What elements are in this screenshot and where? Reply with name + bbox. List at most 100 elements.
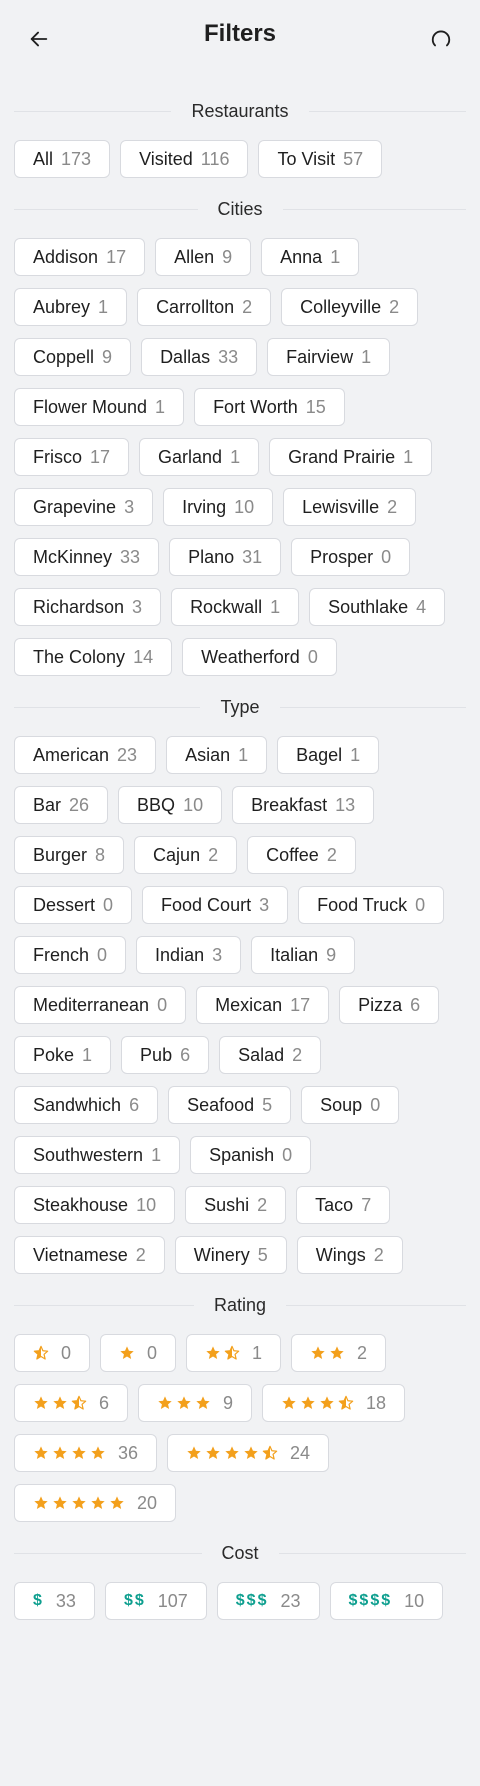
filter-chip-dessert[interactable]: Dessert 0: [14, 886, 133, 924]
filter-chip-allen[interactable]: Allen 9: [155, 238, 252, 276]
filter-chip-pub[interactable]: Pub 6: [121, 1036, 210, 1074]
filter-chip-food-truck[interactable]: Food Truck 0: [298, 886, 445, 924]
rating-chip-4-5[interactable]: 24: [167, 1434, 330, 1472]
filter-chip-breakfast[interactable]: Breakfast 13: [232, 786, 375, 824]
filter-chip-flower-mound[interactable]: Flower Mound 1: [14, 388, 185, 426]
filter-chip-spanish[interactable]: Spanish 0: [190, 1136, 312, 1174]
rating-chip-0-5[interactable]: 0: [14, 1334, 91, 1372]
filter-chip-grand-prairie[interactable]: Grand Prairie 1: [269, 438, 433, 476]
chip-count: 9: [222, 246, 233, 267]
filter-chip-french[interactable]: French 0: [14, 936, 127, 974]
filter-chip-rockwall[interactable]: Rockwall 1: [171, 588, 300, 626]
rating-chip-4[interactable]: 36: [14, 1434, 158, 1472]
reset-icon[interactable]: [428, 26, 454, 52]
filter-chip-poke[interactable]: Poke 1: [14, 1036, 112, 1074]
filter-chip-visited[interactable]: Visited 116: [120, 140, 249, 178]
filter-chip-italian[interactable]: Italian 9: [251, 936, 356, 974]
filter-chip-lewisville[interactable]: Lewisville 2: [283, 488, 417, 526]
chip-count: 33: [120, 546, 141, 567]
filter-chip-addison[interactable]: Addison 17: [14, 238, 146, 276]
filter-chip-to-visit[interactable]: To Visit 57: [258, 140, 383, 178]
filter-chip-plano[interactable]: Plano 31: [169, 538, 282, 576]
filter-chip-prosper[interactable]: Prosper 0: [291, 538, 411, 576]
filter-chip-southwestern[interactable]: Southwestern 1: [14, 1136, 181, 1174]
filter-chip-aubrey[interactable]: Aubrey 1: [14, 288, 128, 326]
filter-chip-sandwhich[interactable]: Sandwhich 6: [14, 1086, 159, 1124]
filter-chip-pizza[interactable]: Pizza 6: [339, 986, 440, 1024]
star-icon: [72, 1496, 86, 1509]
rating-chip-2-5[interactable]: 6: [14, 1384, 129, 1422]
filter-chip-taco[interactable]: Taco 7: [296, 1186, 391, 1224]
filter-chip-fort-worth[interactable]: Fort Worth 15: [194, 388, 345, 426]
filter-chip-burger[interactable]: Burger 8: [14, 836, 125, 874]
filter-chip-food-court[interactable]: Food Court 3: [142, 886, 289, 924]
filter-chip-steakhouse[interactable]: Steakhouse 10: [14, 1186, 176, 1224]
filter-chip-mediterranean[interactable]: Mediterranean 0: [14, 986, 187, 1024]
rating-chip-1[interactable]: 0: [100, 1334, 177, 1372]
chip-count: 18: [366, 1392, 387, 1413]
filter-chip-grapevine[interactable]: Grapevine 3: [14, 488, 154, 526]
filter-chip-american[interactable]: American 23: [14, 736, 157, 774]
chip-count: 0: [97, 944, 108, 965]
cost-chip-4[interactable]: $$$$ 10: [329, 1582, 444, 1620]
filter-chip-cajun[interactable]: Cajun 2: [134, 836, 238, 874]
star-half-icon: [262, 1445, 278, 1460]
filter-chip-irving[interactable]: Irving 10: [163, 488, 274, 526]
rating-chip-5[interactable]: 20: [14, 1484, 177, 1522]
rating-chip-3[interactable]: 9: [138, 1384, 253, 1422]
filter-chip-winery[interactable]: Winery 5: [174, 1236, 287, 1274]
filter-chip-carrollton[interactable]: Carrollton 2: [137, 288, 272, 326]
filter-chip-richardson[interactable]: Richardson 3: [14, 588, 162, 626]
star-icon: [34, 1396, 48, 1409]
chip-label: Allen: [174, 246, 215, 267]
filter-chip-indian[interactable]: Indian 3: [136, 936, 242, 974]
filter-chip-garland[interactable]: Garland 1: [139, 438, 260, 476]
divider: [14, 1552, 202, 1554]
rating-chip-1-5[interactable]: 1: [186, 1334, 282, 1372]
filter-chip-all[interactable]: All 173: [14, 140, 111, 178]
cost-chip-1[interactable]: $33: [14, 1582, 95, 1620]
filter-chip-vietnamese[interactable]: Vietnamese 2: [14, 1236, 165, 1274]
filter-chip-colleyville[interactable]: Colleyville 2: [281, 288, 419, 326]
filter-chip-bagel[interactable]: Bagel 1: [277, 736, 380, 774]
filter-chip-weatherford[interactable]: Weatherford 0: [182, 638, 337, 676]
filter-chip-sushi[interactable]: Sushi 2: [185, 1186, 287, 1224]
chip-label: Southlake: [328, 596, 409, 617]
filter-chip-bar[interactable]: Bar 26: [14, 786, 109, 824]
chip-count: 0: [147, 1342, 158, 1363]
cost-symbol: $$: [123, 1592, 146, 1609]
page-title: Filters: [203, 20, 277, 47]
filter-chip-coppell[interactable]: Coppell 9: [14, 338, 132, 376]
filter-chip-mexican[interactable]: Mexican 17: [196, 986, 330, 1024]
filter-chip-bbq[interactable]: BBQ 10: [118, 786, 223, 824]
cost-chip-3[interactable]: $$$ 23: [216, 1582, 320, 1620]
filter-chip-salad[interactable]: Salad 2: [219, 1036, 322, 1074]
filter-chip-southlake[interactable]: Southlake 4: [309, 588, 446, 626]
star-icon: [110, 1496, 124, 1509]
filter-chip-seafood[interactable]: Seafood 5: [168, 1086, 292, 1124]
chip-count: 17: [90, 446, 111, 467]
chip-count: 8: [95, 844, 106, 865]
chip-count: 15: [305, 396, 326, 417]
filter-chip-soup[interactable]: Soup 0: [301, 1086, 400, 1124]
filter-chip-wings[interactable]: Wings 2: [296, 1236, 403, 1274]
filter-chip-coffee[interactable]: Coffee 2: [247, 836, 356, 874]
chip-count: 116: [200, 148, 230, 169]
filter-chip-frisco[interactable]: Frisco 17: [14, 438, 130, 476]
chip-count: 13: [335, 794, 356, 815]
filter-chip-dallas[interactable]: Dallas 33: [141, 338, 258, 376]
filter-chip-asian[interactable]: Asian 1: [166, 736, 268, 774]
rating-stars: [33, 1495, 125, 1511]
chip-label: Fairview: [286, 346, 354, 367]
filter-chip-the-colony[interactable]: The Colony 14: [14, 638, 173, 676]
section-header: Rating: [14, 1292, 466, 1318]
filter-chip-fairview[interactable]: Fairview 1: [267, 338, 391, 376]
chip-count: 2: [326, 844, 337, 865]
rating-chip-2[interactable]: 2: [291, 1334, 387, 1372]
rating-chip-3-5[interactable]: 18: [262, 1384, 406, 1422]
chip-label: Winery: [193, 1244, 250, 1265]
cost-chip-2[interactable]: $$ 107: [104, 1582, 207, 1620]
filter-chip-mckinney[interactable]: McKinney 33: [14, 538, 160, 576]
star-icon: [330, 1346, 344, 1359]
filter-chip-anna[interactable]: Anna 1: [261, 238, 360, 276]
